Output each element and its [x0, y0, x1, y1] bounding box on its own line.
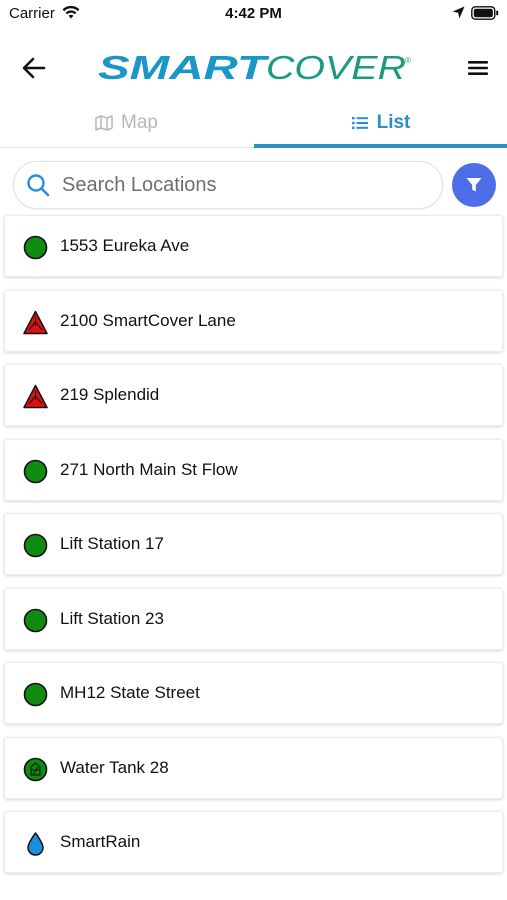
list-icon	[351, 116, 368, 129]
logo-cover: COVER	[266, 52, 406, 84]
location-item[interactable]: 1553 Eureka Ave	[4, 215, 503, 277]
search-input[interactable]	[62, 162, 432, 208]
green-circle-icon	[23, 608, 48, 632]
battery-icon	[471, 6, 499, 20]
location-name: 1553 Eureka Ave	[60, 236, 190, 255]
view-tabs: Map List	[0, 98, 507, 148]
smartcover-logo: SMART COVER ®	[98, 52, 411, 84]
search-box	[13, 161, 443, 209]
tab-map[interactable]: Map	[0, 98, 253, 147]
active-tab-indicator	[254, 144, 507, 148]
hamburger-menu-icon	[468, 61, 488, 75]
red-alarm-triangle-icon	[23, 310, 48, 334]
green-circle-icon	[23, 235, 48, 260]
location-name: 2100 SmartCover Lane	[60, 310, 236, 330]
logo-registered-mark: ®	[405, 56, 411, 65]
back-arrow-icon	[22, 57, 46, 79]
location-item[interactable]: 2100 SmartCover Lane	[4, 289, 503, 352]
location-arrow-icon	[452, 6, 465, 19]
location-item[interactable]: 271 North Main St Flow	[4, 438, 503, 501]
location-list: 1553 Eureka Ave 2100 SmartCover Lane 219…	[4, 215, 504, 886]
tab-list[interactable]: List	[254, 98, 507, 148]
location-name: Water Tank 28	[60, 757, 169, 777]
red-alarm-triangle-icon	[23, 384, 48, 409]
location-name: Lift Station 23	[60, 608, 164, 628]
hamburger-menu-button[interactable]	[462, 52, 494, 84]
back-button[interactable]	[18, 52, 50, 84]
location-name: Lift Station 17	[60, 534, 164, 553]
map-icon	[95, 114, 113, 131]
location-name: 219 Splendid	[60, 385, 160, 404]
tab-list-label: List	[376, 111, 411, 133]
water-drop-icon	[27, 832, 44, 856]
location-item[interactable]: Lift Station 17	[4, 513, 503, 575]
status-time: 4:42 PM	[225, 5, 282, 22]
app-header: SMART COVER ®	[0, 38, 507, 96]
filter-button[interactable]	[452, 163, 496, 207]
location-item[interactable]: Water Tank 28	[4, 736, 503, 799]
green-tank-icon	[23, 757, 48, 781]
location-item[interactable]: MH12 State Street	[4, 662, 503, 724]
filter-icon	[466, 178, 482, 192]
status-bar: Carrier 4:42 PM	[0, 0, 507, 30]
location-name: MH12 State Street	[60, 683, 200, 702]
green-circle-icon	[23, 533, 48, 558]
location-item[interactable]: 219 Splendid	[4, 364, 503, 426]
location-item[interactable]: Lift Station 23	[4, 587, 503, 650]
location-item[interactable]: SmartRain	[4, 811, 503, 873]
logo-smart: SMART	[98, 52, 270, 84]
green-circle-icon	[23, 682, 48, 707]
location-name: SmartRain	[60, 832, 141, 851]
green-circle-icon	[23, 459, 48, 483]
search-icon	[27, 174, 50, 197]
tab-map-label: Map	[121, 111, 158, 133]
location-name: 271 North Main St Flow	[60, 459, 238, 479]
